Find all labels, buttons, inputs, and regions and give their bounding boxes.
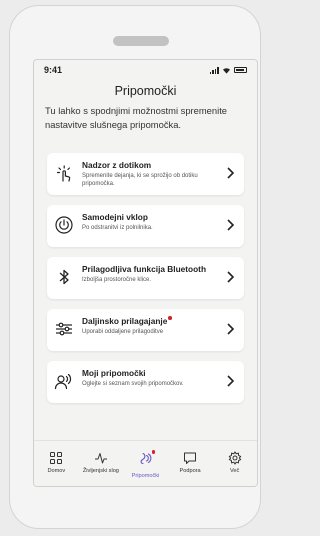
page-title: Pripomočki [114, 84, 177, 98]
chat-icon [184, 452, 197, 464]
tab-label: Življenjski slog [82, 468, 119, 474]
touch-control-icon [56, 165, 71, 182]
wifi-icon [223, 67, 230, 74]
menu-item-title: Prilagodljiva funkcija Bluetooth [82, 264, 207, 274]
menu-item-subtitle: Po odstranitvi iz polnilnika. [82, 225, 153, 231]
power-icon [55, 216, 73, 234]
hearing-aid-user-icon [54, 373, 72, 390]
chevron-right-icon [227, 375, 235, 387]
menu-item-adaptive-bluetooth[interactable]: Prilagodljiva funkcija Bluetooth Izboljš… [47, 257, 244, 299]
tab-label: Podpora [179, 468, 201, 474]
bluetooth-icon [59, 269, 69, 285]
menu-item-subtitle: Oglejte si seznam svojih pripomočkov. [82, 381, 184, 387]
tab-more[interactable]: Več [215, 451, 255, 474]
bottom-tab-bar: Domov Življenjski slog Pripomočki Podpor… [34, 440, 257, 486]
menu-item-title: Nadzor z dotikom [82, 160, 152, 170]
chevron-right-icon [227, 167, 235, 179]
menu-item-title-text: Daljinsko prilagajanje [82, 316, 168, 326]
menu-item-remote-fitting[interactable]: Daljinsko prilagajanje Uporabi oddaljene… [47, 309, 244, 351]
notification-dot [151, 450, 156, 454]
status-time: 9:41 [44, 65, 63, 75]
chevron-right-icon [227, 271, 235, 283]
gear-icon [228, 451, 242, 465]
chevron-right-icon [227, 219, 235, 231]
menu-item-auto-on[interactable]: Samodejni vklop Po odstranitvi iz polnil… [47, 205, 244, 247]
tab-label: Domov [47, 468, 66, 474]
sliders-icon [56, 322, 72, 336]
tab-label: Pripomočki [131, 473, 160, 479]
status-bar: 9:41 [34, 60, 257, 80]
menu-item-subtitle: Spremenite dejanja, ki se sprožijo ob do… [82, 173, 198, 187]
notification-dot [168, 316, 172, 320]
cellular-signal-icon [209, 66, 219, 74]
page-description: Tu lahko s spodnjimi možnostmi spremenit… [45, 105, 228, 130]
menu-item-touch-control[interactable]: Nadzor z dotikom Spremenite dejanja, ki … [47, 153, 244, 195]
menu-item-title: Daljinsko prilagajanje [82, 316, 172, 326]
tab-support[interactable]: Podpora [170, 451, 210, 474]
menu-item-title: Samodejni vklop [82, 212, 148, 222]
app-screen: 9:41 Pripomočki Tu lahko s spodnjimi mož… [33, 59, 258, 487]
tab-devices[interactable]: Pripomočki [125, 450, 165, 479]
home-grid-icon [50, 452, 63, 464]
hearing-aid-icon [141, 452, 152, 465]
tab-lifestyle[interactable]: Življenjski slog [81, 451, 121, 474]
menu-item-title: Moji pripomočki [82, 368, 146, 378]
tab-home[interactable]: Domov [36, 451, 76, 474]
chevron-right-icon [227, 323, 235, 335]
status-icons [209, 66, 247, 74]
menu-item-subtitle: Uporabi oddaljene prilagoditve [82, 329, 164, 335]
menu-item-my-devices[interactable]: Moji pripomočki Oglejte si seznam svojih… [47, 361, 244, 403]
battery-icon [234, 67, 247, 73]
activity-icon [94, 453, 107, 464]
tab-label: Več [230, 468, 240, 474]
phone-speaker [113, 36, 169, 46]
menu-item-subtitle: Izboljša prostoročne klice. [82, 277, 152, 283]
tab-icon-wrapper [138, 450, 156, 470]
phone-frame: 9:41 Pripomočki Tu lahko s spodnjimi mož… [9, 5, 261, 529]
